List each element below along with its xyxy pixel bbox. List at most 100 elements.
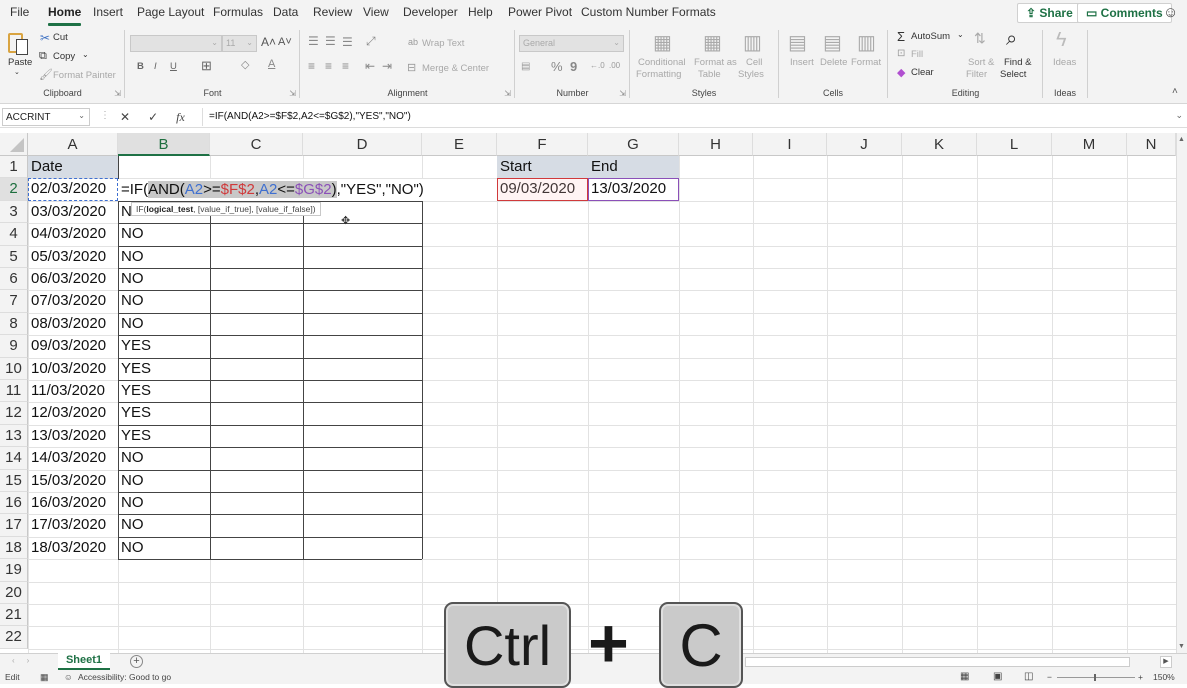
cell-b5[interactable]: NO xyxy=(118,246,210,268)
row-header-2[interactable]: 2 xyxy=(0,178,28,201)
cell-b17[interactable]: NO xyxy=(118,514,210,536)
column-header-i[interactable]: I xyxy=(753,133,827,156)
merge-center-button[interactable]: Merge & Center xyxy=(422,63,489,74)
column-header-e[interactable]: E xyxy=(422,133,497,156)
cell-b10[interactable]: YES xyxy=(118,358,210,380)
align-left-icon[interactable]: ≡ xyxy=(308,59,315,73)
format-cells-button[interactable]: Format xyxy=(851,57,881,68)
delete-cells-button[interactable]: Delete xyxy=(820,57,847,68)
select-all-button[interactable] xyxy=(0,133,28,156)
tab-data[interactable]: Data xyxy=(273,5,298,19)
align-right-icon[interactable]: ≡ xyxy=(342,59,349,73)
tab-view[interactable]: View xyxy=(363,5,389,19)
tab-insert[interactable]: Insert xyxy=(93,5,123,19)
scroll-down-icon[interactable]: ▼ xyxy=(1178,643,1185,650)
cell-b15[interactable]: NO xyxy=(118,470,210,492)
increase-font-size-icon[interactable]: A˄ xyxy=(261,35,276,49)
number-launcher-icon[interactable]: ⇲ xyxy=(619,89,626,98)
cell-a1[interactable]: Date xyxy=(28,156,118,178)
row-header-20[interactable]: 20 xyxy=(0,581,28,604)
cell-styles-line2[interactable]: Styles xyxy=(738,69,764,80)
font-launcher-icon[interactable]: ⇲ xyxy=(289,89,296,98)
conditional-formatting-line1[interactable]: Conditional xyxy=(638,57,686,68)
cell-b9[interactable]: YES xyxy=(118,335,210,357)
cell-a5[interactable]: 05/03/2020 xyxy=(28,246,118,268)
row-header-15[interactable]: 15 xyxy=(0,469,28,492)
find-select-line1[interactable]: Find & xyxy=(1004,57,1031,68)
tab-page-layout[interactable]: Page Layout xyxy=(137,5,204,19)
column-header-m[interactable]: M xyxy=(1052,133,1127,156)
formula-bar-splitter[interactable]: ⋮ xyxy=(100,110,110,121)
sheet-nav-arrows-icon[interactable]: ‹› xyxy=(12,656,41,665)
column-header-k[interactable]: K xyxy=(902,133,977,156)
formula-input[interactable]: =IF(AND(A2>=$F$2,A2<=$G$2),"YES","NO") xyxy=(202,108,1171,126)
cell-a17[interactable]: 17/03/2020 xyxy=(28,514,118,536)
column-header-l[interactable]: L xyxy=(977,133,1052,156)
align-middle-icon[interactable]: ☰ xyxy=(325,34,336,48)
zoom-slider-thumb[interactable] xyxy=(1094,674,1096,681)
cell-b4[interactable]: NO xyxy=(118,223,210,245)
font-name-combo[interactable]: ⌄ xyxy=(130,35,222,52)
collapse-ribbon-icon[interactable]: ˄ xyxy=(1172,86,1178,97)
cell-g1[interactable]: End xyxy=(588,156,679,178)
comma-style-button[interactable]: 9 xyxy=(570,59,577,74)
row-header-19[interactable]: 19 xyxy=(0,559,28,582)
cell-b6[interactable]: NO xyxy=(118,268,210,290)
copy-dropdown-icon[interactable]: ⌄ xyxy=(82,50,89,59)
cell-styles-line1[interactable]: Cell xyxy=(746,57,762,68)
find-select-line2[interactable]: Select xyxy=(1000,69,1026,80)
macro-recording-icon[interactable]: ▦ xyxy=(40,672,49,683)
cell-f1[interactable]: Start xyxy=(497,156,588,178)
fill-color-icon[interactable]: ◇ xyxy=(241,58,249,71)
cell-a9[interactable]: 09/03/2020 xyxy=(28,335,118,357)
cancel-icon[interactable]: ✕ xyxy=(120,110,130,124)
cell-a6[interactable]: 06/03/2020 xyxy=(28,268,118,290)
tab-file[interactable]: File xyxy=(10,5,29,19)
accessibility-status[interactable]: Accessibility: Good to go xyxy=(78,672,171,682)
format-painter-button[interactable]: Format Painter xyxy=(53,70,116,81)
row-header-9[interactable]: 9 xyxy=(0,335,28,358)
row-header-10[interactable]: 10 xyxy=(0,357,28,380)
cell-b16[interactable]: NO xyxy=(118,492,210,514)
decrease-decimal-icon[interactable]: .00 xyxy=(609,61,620,70)
expand-formula-bar-icon[interactable]: ⌄ xyxy=(1175,110,1183,121)
share-button[interactable]: ⇪ Share xyxy=(1017,3,1082,23)
column-header-g[interactable]: G xyxy=(588,133,679,156)
column-header-j[interactable]: J xyxy=(827,133,902,156)
row-header-14[interactable]: 14 xyxy=(0,447,28,470)
name-box[interactable]: ACCRINT ⌄ xyxy=(2,108,90,126)
scroll-right-icon[interactable]: ▶ xyxy=(1160,656,1172,668)
row-header-12[interactable]: 12 xyxy=(0,402,28,425)
cell-b12[interactable]: YES xyxy=(118,402,210,424)
cell-a14[interactable]: 14/03/2020 xyxy=(28,447,118,469)
comments-button[interactable]: ▭ Comments xyxy=(1077,3,1172,23)
format-as-table-line1[interactable]: Format as xyxy=(694,57,737,68)
align-top-icon[interactable]: ☰ xyxy=(308,34,319,48)
cell-b7[interactable]: NO xyxy=(118,290,210,312)
increase-indent-icon[interactable]: ⇥ xyxy=(382,59,392,73)
percent-button[interactable]: % xyxy=(551,59,563,74)
row-header-21[interactable]: 21 xyxy=(0,604,28,627)
zoom-slider[interactable] xyxy=(1057,677,1135,678)
column-header-f[interactable]: F xyxy=(497,133,588,156)
feedback-smiley-icon[interactable]: ☺ xyxy=(1163,4,1178,21)
decrease-font-size-icon[interactable]: A˅ xyxy=(278,36,292,48)
font-size-combo[interactable]: 11 ⌄ xyxy=(222,35,257,52)
scroll-up-icon[interactable]: ▲ xyxy=(1178,136,1185,143)
bold-button[interactable]: B xyxy=(137,61,144,72)
cell-a15[interactable]: 15/03/2020 xyxy=(28,470,118,492)
insert-function-icon[interactable]: fx xyxy=(176,110,185,125)
column-header-h[interactable]: H xyxy=(679,133,753,156)
alignment-launcher-icon[interactable]: ⇲ xyxy=(504,89,511,98)
row-header-16[interactable]: 16 xyxy=(0,492,28,515)
cell-b18[interactable]: NO xyxy=(118,537,210,559)
tab-custom-number-formats[interactable]: Custom Number Formats xyxy=(581,5,716,19)
cell-a11[interactable]: 11/03/2020 xyxy=(28,380,118,402)
row-header-18[interactable]: 18 xyxy=(0,536,28,560)
column-header-d[interactable]: D xyxy=(303,133,422,156)
borders-icon[interactable]: ⊞ xyxy=(201,58,212,74)
cell-a18[interactable]: 18/03/2020 xyxy=(28,537,118,559)
zoom-level[interactable]: 150% xyxy=(1153,672,1175,682)
tab-formulas[interactable]: Formulas xyxy=(213,5,263,19)
autosum-button[interactable]: AutoSum xyxy=(911,31,950,42)
